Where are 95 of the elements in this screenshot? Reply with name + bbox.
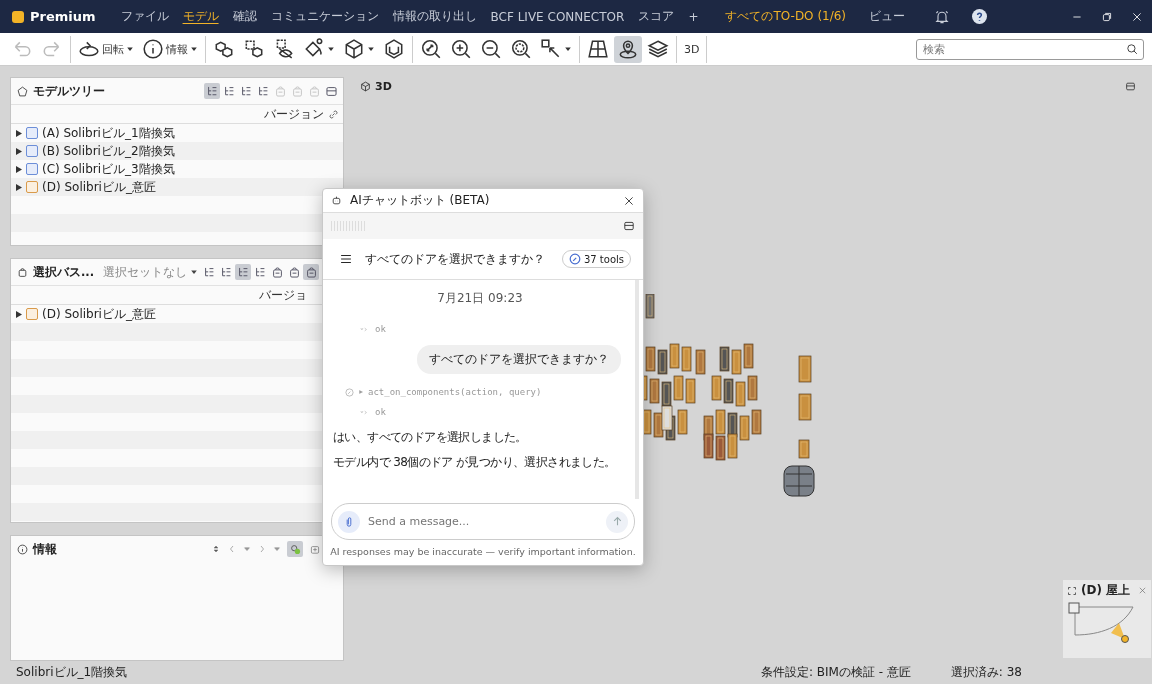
location-pin-icon xyxy=(617,38,639,60)
todo-menu[interactable]: すべてのTO-DO (1/6) xyxy=(725,8,847,25)
rotate-button[interactable]: 回転 xyxy=(75,35,137,63)
message-field[interactable]: Send a message... xyxy=(331,503,635,540)
caret-icon xyxy=(243,545,251,553)
expand-arrow-icon[interactable] xyxy=(16,183,22,191)
gear-button[interactable]: 3D xyxy=(681,35,703,63)
tree-branch-button[interactable] xyxy=(235,264,252,280)
menu-tab[interactable]: スコア xyxy=(631,8,682,25)
layers-icon xyxy=(647,38,669,60)
help-icon xyxy=(972,9,988,24)
section-box-icon xyxy=(383,38,405,60)
expand-arrow-icon[interactable] xyxy=(16,165,22,173)
menu-tab[interactable]: BCF LIVE CONNECTOR xyxy=(483,9,632,24)
expand-arrow-icon[interactable] xyxy=(16,310,22,318)
chat-date: 7月21日 09:23 xyxy=(436,290,524,307)
location-pin-button[interactable] xyxy=(614,35,642,63)
caret-icon xyxy=(273,545,281,553)
menu-tab[interactable]: 情報の取り出し xyxy=(385,8,484,25)
dialog-title: AIチャットボット (BETA) xyxy=(350,192,491,209)
tree-item[interactable]: (D) Solibriビル_意匠 xyxy=(42,178,156,196)
basket-add-icon xyxy=(309,543,321,555)
basket-icon xyxy=(17,266,28,278)
viewport-title: 3D xyxy=(375,80,392,93)
close-icon xyxy=(1131,10,1143,23)
caret-icon xyxy=(190,268,199,276)
robot-icon xyxy=(331,195,342,206)
zoom-fit-icon xyxy=(420,38,442,60)
user-message: すべてのドアを選択できますか？ xyxy=(417,345,621,374)
panel-layout-icon xyxy=(1125,81,1136,92)
tool-result: ok xyxy=(375,324,386,334)
app-logo-icon xyxy=(12,10,24,23)
search-icon xyxy=(1126,42,1138,55)
status-selection-count: 選択済み: 38 xyxy=(950,663,1022,681)
conversation-title: すべてのドアを選択できますか？ xyxy=(365,250,546,268)
menu-icon xyxy=(339,252,353,266)
disclaimer-text: AI responses may be inaccurate — verify important information. xyxy=(329,546,637,557)
arrow-up-icon xyxy=(611,516,623,527)
assistant-message: モデル内で 38個のドア が見つかり、選択されました。 xyxy=(333,454,617,472)
zoom-out-icon xyxy=(480,38,502,60)
floor-grid-icon xyxy=(587,38,609,60)
menu-tab[interactable]: モデル xyxy=(175,8,226,25)
tool-call: act_on_components(action, query) xyxy=(368,387,542,397)
minimap-title: (D) 屋上 xyxy=(1081,582,1131,599)
caret-icon xyxy=(564,45,572,53)
select-pointer-icon xyxy=(540,38,562,60)
bell-icon xyxy=(934,8,951,25)
status-rule-set: 条件設定: BIMの検証 - 意匠 xyxy=(760,663,911,681)
link-icon xyxy=(328,108,339,120)
info-icon xyxy=(17,543,28,555)
basket-button[interactable] xyxy=(303,264,320,280)
menu-tab[interactable]: ファイル xyxy=(113,8,176,25)
menu-tab[interactable]: コミュニケーション xyxy=(263,8,386,25)
tree-item[interactable]: (D) Solibriビル_意匠 xyxy=(42,305,156,323)
assistant-message: はい、すべてのドアを選択しました。 xyxy=(333,429,528,446)
caret-icon xyxy=(190,45,198,53)
info-button[interactable]: 情報 xyxy=(139,35,201,63)
app-name: Premium xyxy=(30,9,96,24)
expand-arrow-icon[interactable] xyxy=(16,147,22,155)
expand-icon xyxy=(1067,585,1077,596)
tree-view-button[interactable] xyxy=(204,83,220,99)
cube-select-icon xyxy=(243,38,265,60)
search-field[interactable]: 検索 xyxy=(916,38,1144,60)
expand-arrow-icon[interactable] xyxy=(16,129,22,137)
tree-item[interactable]: (B) Solibriビル_2階換気 xyxy=(42,142,175,160)
zoom-in-icon xyxy=(450,38,472,60)
attach-button[interactable] xyxy=(338,510,360,533)
chevron-icon xyxy=(358,389,364,395)
status-model: Solibriビル_1階換気 xyxy=(16,663,128,681)
panel-title: モデルツリー xyxy=(33,83,105,99)
restore-icon xyxy=(1101,10,1113,23)
cube-icon xyxy=(343,38,365,60)
close-icon xyxy=(1138,586,1147,595)
zoom-selection-icon xyxy=(510,38,532,60)
highlight-icon xyxy=(288,542,302,556)
panel-title: 情報 xyxy=(33,541,57,557)
model-tree-icon xyxy=(17,85,28,97)
panel-title: 選択バス... xyxy=(33,264,95,280)
view-menu[interactable]: ビュー xyxy=(862,8,913,25)
menu-tab[interactable]: 確認 xyxy=(225,8,264,25)
caret-icon xyxy=(126,45,134,53)
menu-tab[interactable]: + xyxy=(681,9,706,24)
column-header: バージョ xyxy=(259,286,307,304)
tool-result: ok xyxy=(375,407,386,417)
close-icon xyxy=(623,194,635,207)
cube-icon xyxy=(360,81,371,92)
column-header: バージョン xyxy=(264,105,324,123)
sort-icon xyxy=(211,544,221,554)
selection-set-dropdown[interactable]: 選択セットなし xyxy=(103,263,188,281)
tree-item[interactable]: (C) Solibriビル_3階換気 xyxy=(42,160,175,178)
caret-icon xyxy=(367,45,375,53)
tree-item[interactable]: (A) Solibriビル_1階換気 xyxy=(42,124,175,142)
info-icon xyxy=(142,38,164,60)
panel-layout-icon xyxy=(623,220,635,232)
caret-icon xyxy=(327,45,335,53)
